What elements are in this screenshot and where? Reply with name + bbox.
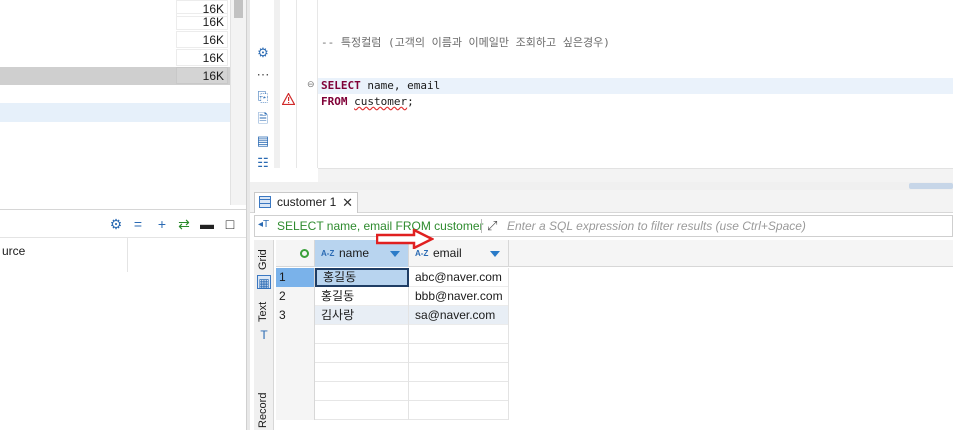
editor-results-sash[interactable] bbox=[250, 182, 953, 190]
results-view-switcher: Grid ▦ Text T Record bbox=[254, 240, 274, 430]
tab-label: customer 1 bbox=[277, 195, 337, 209]
editor-sidebar: ⚙ ⋯ ⎘ 🗎 ▤ ☷ bbox=[250, 0, 274, 190]
sql-keyword: SELECT bbox=[321, 79, 361, 92]
more-dots-icon[interactable]: ⋯ bbox=[255, 67, 271, 83]
table-grid-icon bbox=[259, 196, 271, 208]
sql-query-icon: ◂T bbox=[258, 219, 270, 230]
outline-icon[interactable]: ☷ bbox=[255, 155, 271, 171]
row-number[interactable]: 1 bbox=[276, 268, 315, 287]
sql-columns: name, email bbox=[360, 79, 441, 92]
size-cell: 16K bbox=[176, 67, 228, 84]
table-row[interactable]: 3 김사랑 sa@naver.com bbox=[276, 306, 509, 325]
column-label: name bbox=[339, 246, 370, 260]
results-grid: A-Z name A-Z email 1 홍길동 abc@naver.com 2… bbox=[276, 240, 953, 430]
size-cell: 16K bbox=[176, 13, 228, 30]
properties-toolbar: ⚙ = + ⇄ ▬ □ bbox=[0, 210, 246, 238]
code-comment: -- 특정컬럼 (고객의 이름과 이메일만 조회하고 싶은경우) bbox=[321, 36, 610, 49]
annotation-ruler bbox=[280, 0, 297, 168]
sql-terminator: ; bbox=[407, 95, 414, 108]
tab-grid[interactable]: Grid bbox=[257, 249, 269, 270]
column-label: email bbox=[433, 246, 462, 260]
row-number[interactable]: 3 bbox=[276, 306, 315, 325]
size-cell: 16K bbox=[176, 49, 228, 66]
empty-row bbox=[276, 401, 509, 420]
annotation-arrow-icon bbox=[376, 229, 434, 249]
settings-gear-icon[interactable]: ⚙ bbox=[108, 216, 124, 232]
expand-editor-icon[interactable]: ⤢ bbox=[487, 218, 497, 234]
code-line-from: FROM customer; bbox=[321, 95, 414, 108]
navigator-row[interactable]: 16K bbox=[0, 49, 230, 67]
script-error-icon[interactable]: 🗎 bbox=[255, 111, 271, 127]
navigator-row-selected[interactable]: 16K bbox=[0, 67, 230, 85]
cell-name[interactable]: 홍길동 bbox=[315, 287, 409, 306]
row-number[interactable]: 2 bbox=[276, 287, 315, 306]
scrollbar-thumb[interactable] bbox=[234, 0, 243, 18]
filter-input[interactable]: Enter a SQL expression to filter results… bbox=[507, 219, 806, 233]
navigator-scrollbar[interactable] bbox=[230, 0, 246, 205]
filter-separator bbox=[481, 219, 482, 233]
fold-minus-icon[interactable]: ⊖ bbox=[307, 79, 315, 90]
folding-ruler: ⊖ bbox=[297, 0, 318, 168]
sort-dropdown-icon[interactable] bbox=[390, 251, 400, 257]
navigator-hover-row[interactable] bbox=[0, 103, 230, 122]
results-tab-bar: customer 1 ✕ bbox=[250, 190, 953, 213]
size-cell: 16K bbox=[176, 31, 228, 48]
collapse-icon[interactable]: = bbox=[130, 216, 146, 232]
cell-email[interactable]: abc@naver.com bbox=[409, 268, 509, 287]
sql-keyword: FROM bbox=[321, 95, 348, 108]
empty-row bbox=[276, 344, 509, 363]
empty-row bbox=[276, 363, 509, 382]
database-navigator: 16K 16K 16K 16K 16K bbox=[0, 0, 246, 205]
cell-name[interactable]: 홍길동 bbox=[315, 268, 409, 287]
text-view-icon[interactable]: T bbox=[257, 328, 271, 342]
export-script-icon[interactable]: ⎘ bbox=[255, 89, 271, 105]
sql-table-name: customer bbox=[354, 95, 408, 108]
minimize-icon[interactable]: ▬ bbox=[199, 216, 215, 232]
code-line-select: SELECT name, email bbox=[321, 79, 440, 92]
sql-editor: ⚙ ⋯ ⎘ 🗎 ▤ ☷ ⊖ -- 특정컬럼 (고객의 이름과 이메일만 조회하고… bbox=[250, 0, 953, 190]
table-row[interactable]: 1 홍길동 abc@naver.com bbox=[276, 268, 509, 287]
editor-horizontal-scrollbar[interactable] bbox=[318, 168, 953, 182]
filter-bar[interactable]: ◂T SELECT name, email FROM customer ⤢ En… bbox=[254, 215, 953, 237]
maximize-icon[interactable]: □ bbox=[222, 216, 238, 232]
editor-text-area[interactable]: -- 특정컬럼 (고객의 이름과 이메일만 조회하고 싶은경우) SELECT … bbox=[318, 0, 953, 168]
dbeaver-window: 16K 16K 16K 16K 16K ⚙ = + ⇄ ▬ □ urce ⚙ ⋯… bbox=[0, 0, 953, 430]
execute-plan-icon[interactable]: ▤ bbox=[255, 133, 271, 149]
empty-row bbox=[276, 382, 509, 401]
cell-email[interactable]: sa@naver.com bbox=[409, 306, 509, 325]
select-all-icon[interactable] bbox=[300, 249, 309, 258]
settings-gear-icon[interactable]: ⚙ bbox=[255, 45, 271, 61]
string-type-icon: A-Z bbox=[321, 249, 335, 258]
close-icon[interactable]: ✕ bbox=[342, 193, 353, 212]
results-panel: customer 1 ✕ ◂T SELECT name, email FROM … bbox=[250, 190, 953, 430]
navigator-row[interactable]: 16K bbox=[0, 13, 230, 31]
sync-arrows-icon[interactable]: ⇄ bbox=[176, 216, 192, 232]
empty-row bbox=[276, 325, 509, 344]
cell-name[interactable]: 김사랑 bbox=[315, 306, 409, 325]
tab-customer-1[interactable]: customer 1 ✕ bbox=[254, 192, 358, 213]
table-row[interactable]: 2 홍길동 bbb@naver.com bbox=[276, 287, 509, 306]
results-collapse-toggle[interactable] bbox=[909, 183, 953, 189]
expand-icon[interactable]: + bbox=[154, 216, 170, 232]
tab-record[interactable]: Record bbox=[257, 393, 269, 428]
navigator-row[interactable]: 16K bbox=[0, 31, 230, 49]
grid-view-icon[interactable]: ▦ bbox=[257, 275, 271, 290]
cell-email[interactable]: bbb@naver.com bbox=[409, 287, 509, 306]
row-number-header[interactable] bbox=[276, 240, 315, 267]
sort-dropdown-icon[interactable] bbox=[490, 251, 500, 257]
column-divider[interactable] bbox=[127, 238, 128, 272]
properties-panel: ⚙ = + ⇄ ▬ □ urce bbox=[0, 209, 246, 430]
property-label: urce bbox=[2, 244, 26, 258]
warning-icon bbox=[282, 93, 295, 105]
tab-text[interactable]: Text bbox=[257, 302, 269, 322]
